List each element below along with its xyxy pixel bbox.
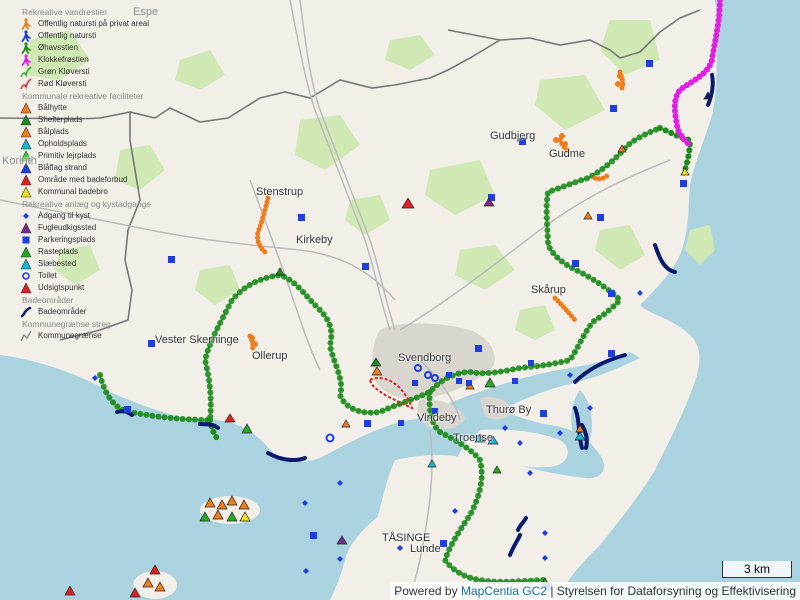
cyan-slip-triangle-icon [18, 258, 34, 270]
legend-item: Adgang til kyst [18, 210, 188, 222]
legend-item: Bålplads [18, 126, 188, 138]
legend-item: Rasteplads [18, 246, 188, 258]
place-label: Ollerup [252, 350, 288, 362]
legend-item-label: Offentlig natursti [38, 31, 97, 40]
place-label: Kirkeby [296, 234, 333, 246]
orange-hut-triangle-icon [18, 102, 34, 114]
blue-square-icon [18, 234, 34, 246]
place-label: Vindeby [417, 412, 457, 424]
legend-item: Bålhytte [18, 102, 188, 114]
legend-item: Shelterplads [18, 114, 188, 126]
place-label: Thurø By [486, 404, 532, 416]
legend-item-label: Parkeringsplads [38, 235, 96, 244]
place-label: Skårup [531, 284, 566, 296]
legend-item: Udsigtspunkt [18, 282, 188, 294]
legend-group-title: Rekreative anlæg og kystadgange [22, 199, 151, 209]
legend-item-label: Område med badeforbud [38, 175, 128, 184]
legend-item: Område med badeforbud [18, 174, 188, 186]
place-label: Gudbjerg [490, 130, 536, 142]
attribution: Powered by MapCentia GC2 | Styrelsen for… [390, 582, 800, 600]
legend-item: Offentlig natursti på privat areal [18, 18, 188, 30]
legend-item: Blåflag strand [18, 162, 188, 174]
cyan-stay-triangle-icon [18, 138, 34, 150]
legend-item-label: Shelterplads [38, 115, 83, 124]
red-path-icon [18, 78, 34, 90]
green-rest-triangle-icon [18, 246, 34, 258]
scale-bar-label: 3 km [743, 562, 770, 576]
legend-item-label: Kommunegrænse [38, 331, 102, 340]
orange-hiker-icon [18, 18, 34, 30]
yellow-bridge-triangle-icon [18, 186, 34, 198]
legend-item-label: Udsigtspunkt [38, 283, 85, 292]
place-label: Gudme [549, 148, 586, 160]
legend-group-title: Badeområder [22, 295, 74, 305]
place-label: Vester Skerninge [155, 334, 239, 346]
legend-item: Klokkefrøstien [18, 54, 188, 66]
legend-item-label: Kommunal badebro [38, 187, 108, 196]
blue-hiker-icon [18, 30, 34, 42]
place-label: Espe [133, 6, 159, 18]
green-path-icon [18, 66, 34, 78]
legend-item: Opholdsplads [18, 138, 188, 150]
legend-item: Badeområder [18, 306, 188, 318]
attribution-prefix: Powered by [394, 584, 461, 598]
blue-ring-icon [18, 270, 34, 282]
legend-group-title: Kommunale rekreative faciliteter [22, 91, 144, 101]
red-view-triangle-icon [18, 282, 34, 294]
legend-item-label: Grøn Kløversti [38, 67, 90, 76]
legend-item-label: Øhavsstien [38, 43, 79, 52]
purple-bird-triangle-icon [18, 222, 34, 234]
place-label: Troense [453, 432, 493, 444]
legend-item-label: Rød Kløversti [38, 79, 87, 88]
legend-item-label: Rasteplads [38, 247, 79, 256]
legend-item-label: Toilet [38, 271, 57, 280]
legend-item-label: Blåflag strand [38, 163, 87, 172]
legend-item-label: Opholdsplads [38, 139, 87, 148]
legend-item: Rød Kløversti [18, 78, 188, 90]
place-label: Korinth [2, 155, 37, 167]
legend-item-label: Offentlig natursti på privat areal [38, 19, 150, 28]
legend-item-label: Bålplads [38, 127, 69, 136]
red-nobath-triangle-icon [18, 174, 34, 186]
green-shelter-triangle-icon [18, 114, 34, 126]
legend-item-label: Bålhytte [38, 103, 67, 112]
legend-item-label: Klokkefrøstien [38, 55, 89, 64]
scale-bar: 3 km [722, 561, 792, 578]
legend-group-title: Rekreative vandrestier [22, 7, 108, 17]
legend-item: Grøn Kløversti [18, 66, 188, 78]
blue-diamond-icon [18, 210, 34, 222]
legend-item: Slæbested [18, 258, 188, 270]
navy-beach-line-icon [18, 306, 34, 318]
legend-item: Primitiv lejrplads [18, 150, 188, 162]
orange-fire-triangle-icon [18, 126, 34, 138]
place-label: Lunde [410, 543, 441, 555]
legend-item: Kommunal badebro [18, 186, 188, 198]
legend-item-label: Fugleudkigssted [38, 223, 97, 232]
mapcentia-link[interactable]: MapCentia GC2 [461, 584, 547, 598]
legend-item: Parkeringsplads [18, 234, 188, 246]
legend-item-label: Badeområder [38, 307, 87, 316]
green-hiker-icon [18, 42, 34, 54]
legend-item-label: Slæbested [38, 259, 77, 268]
map-legend: Rekreative vandrestier Offentlig natursti… [18, 6, 188, 342]
legend-item: Toilet [18, 270, 188, 282]
legend-item: Fugleudkigssted [18, 222, 188, 234]
magenta-hiker-icon [18, 54, 34, 66]
legend-item-label: Primitiv lejrplads [38, 151, 97, 160]
place-label: Stenstrup [256, 186, 304, 198]
legend-item: Offentlig natursti [18, 30, 188, 42]
legend-item-label: Adgang til kyst [38, 211, 91, 220]
place-label: Svendborg [398, 352, 452, 364]
legend-item: Øhavsstien [18, 42, 188, 54]
grey-boundary-line-icon [18, 330, 34, 342]
legend-group-title: Kommunegrænse streg [22, 319, 111, 329]
attribution-suffix: | Styrelsen for Dataforsyning og Effekti… [546, 584, 796, 598]
